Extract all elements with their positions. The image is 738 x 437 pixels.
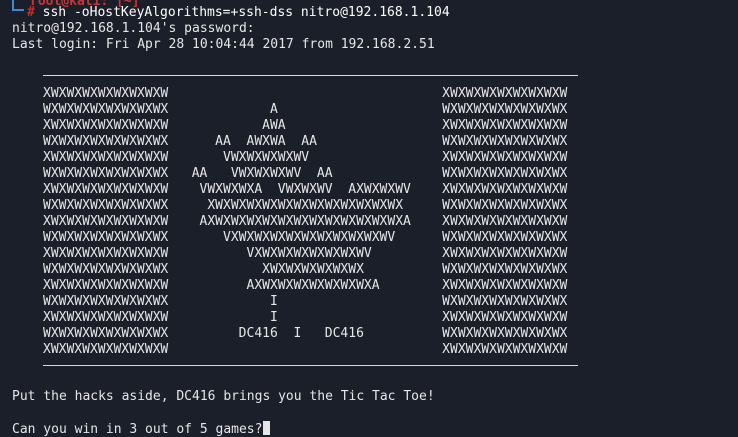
art-line: WXWXWXWXWXWXWXWX XWXWXWXWXWXWXWXWXWXWXWX… bbox=[43, 198, 568, 213]
command-line: # ssh -oHostKeyAlgorithms=+ssh-dss nitro… bbox=[27, 5, 450, 21]
question-text: Can you win in 3 out of 5 games? bbox=[12, 422, 263, 437]
art-line: WXWXWXWXWXWXWXWX AA AWXWA AA WXWXWXWXWXW… bbox=[43, 134, 568, 149]
prompt-symbol: # bbox=[27, 5, 35, 20]
art-line: XWXWXWXWXWXWXWXW AXWXWXWXWXWXWXWXA XWXWX… bbox=[43, 278, 568, 293]
password-prompt: nitro@192.168.1.104's password: bbox=[12, 21, 255, 36]
prompt-frame bbox=[12, 0, 24, 11]
art-line: WXWXWXWXWXWXWXWX VXWXWXWXWXWXWXWXWXWXWV … bbox=[43, 230, 568, 245]
art-line: XWXWXWXWXWXWXWXW I XWXWXWXWXWXWXWXW bbox=[43, 310, 568, 325]
art-line: XWXWXWXWXWXWXWXW XWXWXWXWXWXWXWXW bbox=[43, 86, 568, 101]
art-line: XWXWXWXWXWXWXWXW VXWXWXWXWXWXWXWV XWXWXW… bbox=[43, 246, 568, 261]
art-line: WXWXWXWXWXWXWXWX AA VWXWXWXWV AA WXWXWXW… bbox=[43, 166, 568, 181]
art-line: XWXWXWXWXWXWXWXW XWXWXWXWXWXWXWXW bbox=[43, 342, 568, 357]
art-line: XWXWXWXWXWXWXWXW AXWXWXWXWXWXWXWXWXWXWXW… bbox=[43, 214, 568, 229]
art-line: XWXWXWXWXWXWXWXW AWA XWXWXWXWXWXWXWXW bbox=[43, 118, 568, 133]
art-line: XWXWXWXWXWXWXWXW VWXWXWXWXWV XWXWXWXWXWX… bbox=[43, 150, 568, 165]
art-line: WXWXWXWXWXWXWXWX I WXWXWXWXWXWXWXWX bbox=[43, 294, 568, 309]
terminal-window[interactable]: root@kali: [~] # ssh -oHostKeyAlgorithms… bbox=[0, 0, 738, 437]
game-question[interactable]: Can you win in 3 out of 5 games? bbox=[12, 421, 271, 437]
ascii-art-banner: XWXWXWXWXWXWXWXW XWXWXWXWXWXWXWXW WXWXWXW… bbox=[43, 86, 567, 358]
text-cursor bbox=[263, 421, 271, 435]
welcome-message: Put the hacks aside, DC416 brings you th… bbox=[12, 389, 435, 404]
ssh-command: ssh -oHostKeyAlgorithms=+ssh-dss nitro@1… bbox=[42, 5, 450, 20]
art-line: WXWXWXWXWXWXWXWX XWXWXWXWXWXWX WXWXWXWXW… bbox=[43, 262, 568, 277]
art-line: XWXWXWXWXWXWXWXW VWXWXWXA VWXWXWV AXWXWX… bbox=[43, 182, 568, 197]
banner-top-rule bbox=[43, 75, 578, 76]
last-login-line: Last login: Fri Apr 28 10:04:44 2017 fro… bbox=[12, 37, 435, 52]
art-line: WXWXWXWXWXWXWXWX A WXWXWXWXWXWXWXWX bbox=[43, 102, 568, 117]
banner-bottom-rule bbox=[43, 365, 578, 366]
art-line: WXWXWXWXWXWXWXWX DC416 I DC416 WXWXWXWXW… bbox=[43, 326, 568, 341]
